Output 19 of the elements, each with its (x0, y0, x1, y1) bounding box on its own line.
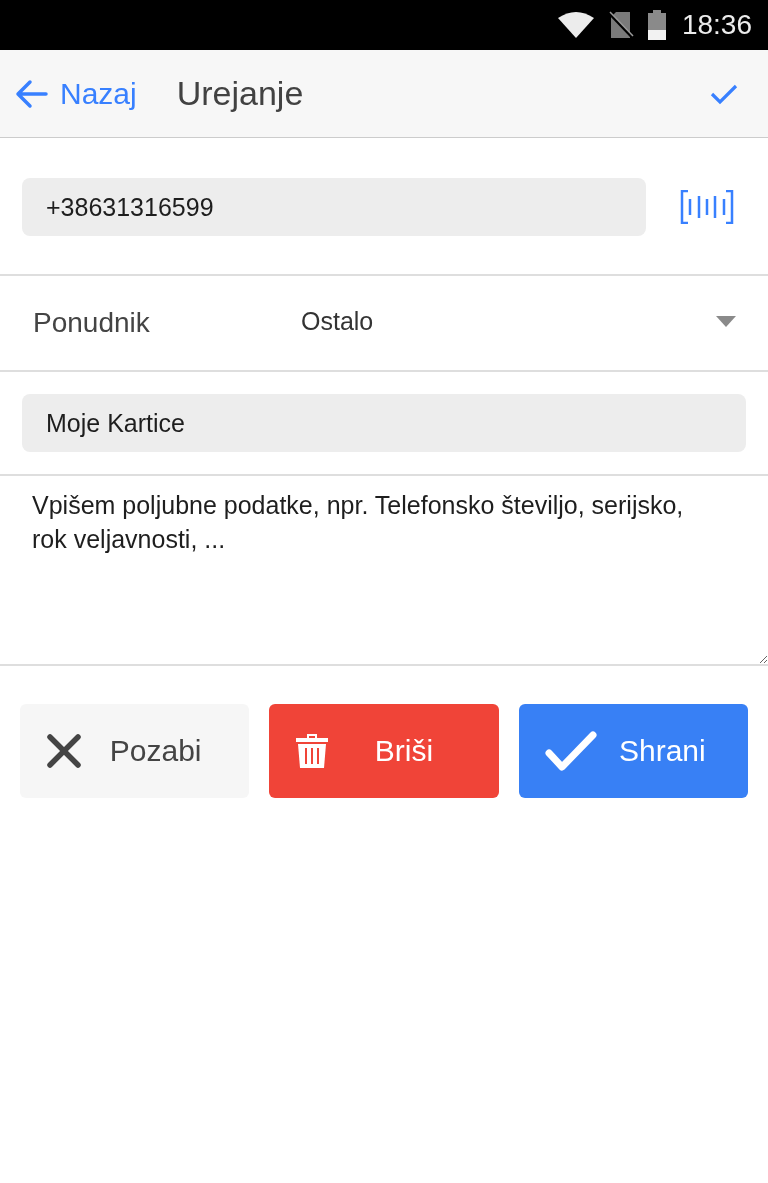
barcode-icon[interactable] (680, 190, 734, 224)
provider-label: Ponudnik (33, 307, 151, 339)
cancel-button[interactable]: Pozabi (20, 704, 250, 798)
page-title: Urejanje (176, 74, 304, 113)
provider-select[interactable]: Ostalo (301, 306, 736, 336)
trash-icon (295, 733, 330, 769)
number-input-field[interactable]: +38631316599 (22, 178, 646, 236)
check-icon[interactable] (710, 82, 738, 105)
delete-button[interactable]: Briši (269, 704, 499, 798)
wifi-icon (557, 12, 594, 38)
sim-card-off-icon (607, 11, 634, 39)
caret-down-icon (716, 315, 736, 327)
arrow-left-icon (14, 78, 48, 109)
name-input-field[interactable]: Moje Kartice (22, 394, 746, 452)
close-icon (46, 733, 82, 769)
check-icon (544, 731, 597, 771)
save-button[interactable]: Shrani (518, 704, 748, 798)
battery-icon (647, 10, 666, 40)
status-time: 18:36 (681, 9, 752, 41)
